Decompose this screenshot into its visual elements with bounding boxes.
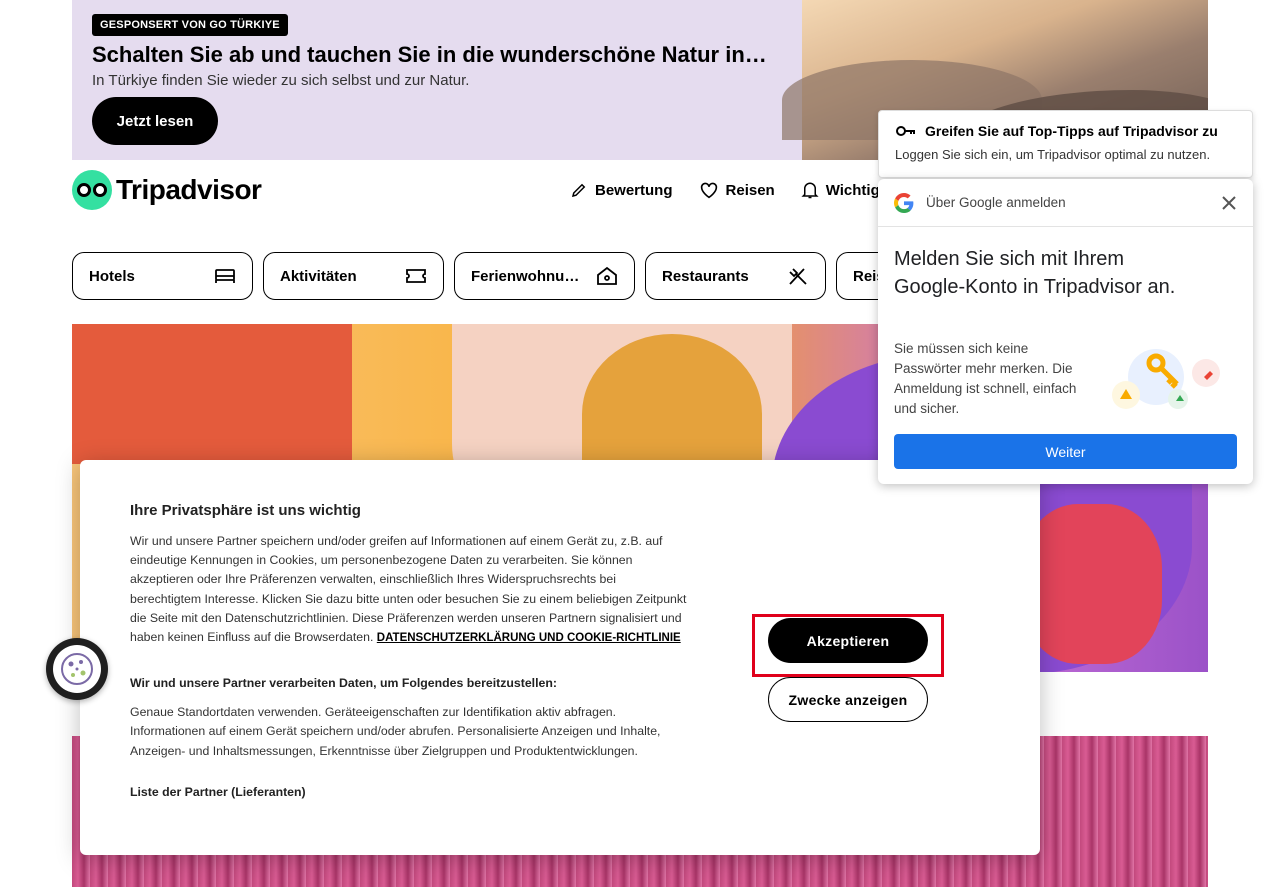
privacy-policy-link[interactable]: DATENSCHUTZERKLÄRUNG UND COOKIE-RICHTLIN… [377,632,681,644]
nav-trips-label: Reisen [725,181,775,199]
category-label: Hotels [89,267,135,285]
category-label: Aktivitäten [280,267,357,285]
accept-button[interactable]: Akzeptieren [768,618,928,663]
show-purposes-button[interactable]: Zwecke anzeigen [768,677,928,722]
category-label: Restaurants [662,267,749,285]
cookie-settings-button[interactable] [46,638,108,700]
nav-alerts-label: Wichtig [825,181,880,199]
ticket-icon [406,269,426,283]
google-g-icon [894,192,914,213]
category-vacation-rentals[interactable]: Ferienwohnu… [454,252,635,300]
tip-heading: Greifen Sie auf Top-Tipps auf Tripadviso… [895,123,1236,139]
cookie-body-text: Wir und unsere Partner speichern und/ode… [130,534,687,645]
category-label: Ferienwohnu… [471,267,580,285]
google-continue-button[interactable]: Weiter [894,434,1237,469]
cookie-icon [61,653,93,685]
bell-icon [801,182,819,199]
google-prompt-title: Melden Sie sich mit Ihrem Google-Konto i… [894,248,1176,298]
ad-subtitle: In Türkiye finden Sie wieder zu sich sel… [92,72,470,89]
ad-read-now-button[interactable]: Jetzt lesen [92,97,218,145]
nav-trips[interactable]: Reisen [699,180,775,200]
house-icon [597,266,617,285]
category-pills: Hotels Aktivitäten Ferienwohnu… Restaura… [72,252,1017,300]
cutlery-icon [789,268,807,285]
cookie-title: Ihre Privatsphäre ist uns wichtig [130,502,361,519]
ad-title[interactable]: Schalten Sie ab und tauchen Sie in die w… [92,42,782,68]
logo-text: Tripadvisor [116,174,262,205]
ad-content: GESPONSERT VON GO TÜRKIYE Schalten Sie a… [72,0,802,160]
pencil-icon [571,183,586,198]
ad-sponsor-badge: GESPONSERT VON GO TÜRKIYE [92,14,288,36]
category-restaurants[interactable]: Restaurants [645,252,826,300]
category-hotels[interactable]: Hotels [72,252,253,300]
google-prompt-header-text: Über Google anmelden [926,195,1066,210]
tip-title: Greifen Sie auf Top-Tipps auf Tripadviso… [925,123,1218,139]
key-icon [896,126,915,136]
cookie-body: Wir und unsere Partner speichern und/ode… [130,532,690,648]
key-illustration-icon [1112,349,1220,409]
header-nav: Bewertung Reisen Wichtig [570,180,880,200]
google-prompt-description: Sie müssen sich keine Passwörter mehr me… [894,341,1077,416]
nav-alerts[interactable]: Wichtig [801,180,880,200]
partner-list-link[interactable]: Liste der Partner (Lieferanten) [130,785,306,799]
cookie-subheading: Wir und unsere Partner verarbeiten Daten… [130,676,557,690]
google-prompt-close-button[interactable] [1219,193,1239,213]
tip-text: Loggen Sie sich ein, um Tripadvisor opti… [895,147,1211,162]
owl-logo-icon [72,170,112,210]
cookie-purposes: Genaue Standortdaten verwenden. Geräteei… [130,705,661,758]
google-prompt-header: Über Google anmelden [878,179,1253,227]
nav-review-label: Bewertung [595,181,673,199]
bed-icon [215,269,235,283]
category-activities[interactable]: Aktivitäten [263,252,444,300]
nav-review[interactable]: Bewertung [570,180,673,200]
close-icon [1222,196,1236,210]
login-tip-popover[interactable]: Greifen Sie auf Top-Tipps auf Tripadviso… [878,110,1253,178]
google-signin-prompt: Über Google anmelden Melden Sie sich mit… [878,179,1253,484]
tripadvisor-logo[interactable]: Tripadvisor [72,170,262,210]
heart-icon [700,182,717,199]
